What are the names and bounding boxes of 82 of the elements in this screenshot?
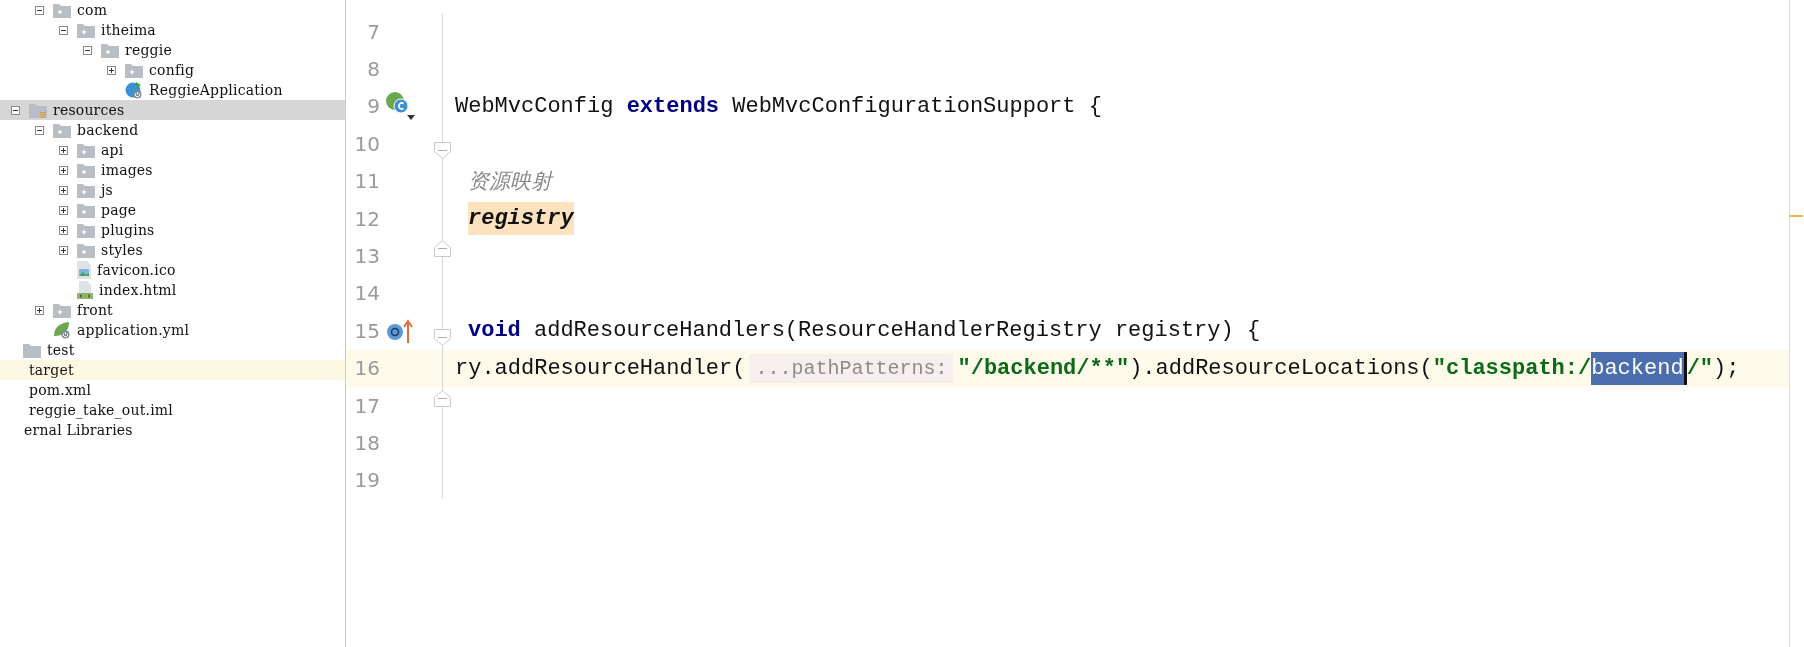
collapse-icon[interactable] — [35, 125, 44, 135]
line-number: 17 — [353, 393, 380, 418]
tree-item[interactable]: favicon.ico — [0, 260, 345, 280]
tree-item[interactable]: styles — [0, 240, 345, 260]
line-number: 16 — [353, 356, 380, 381]
expand-icon[interactable] — [59, 225, 68, 235]
string-literal: "classpath:/ — [1432, 355, 1592, 381]
code-text: ); — [1713, 355, 1740, 381]
tree-item[interactable]: application.yml — [0, 320, 345, 340]
line-number: 15 — [353, 318, 380, 343]
expand-icon[interactable] — [59, 165, 68, 175]
tree-item[interactable]: api — [0, 140, 345, 160]
line-number: 8 — [366, 57, 380, 82]
code-text: WebMvcConfigurationSupport { — [731, 93, 1102, 119]
line-number: 10 — [353, 131, 380, 156]
expand-icon[interactable] — [35, 305, 44, 315]
class-icon — [125, 81, 143, 99]
tree-item[interactable]: ReggieApplication — [0, 80, 345, 100]
string-literal: "/backend/**" — [957, 355, 1130, 381]
code-text: WebMvcConfig — [455, 93, 615, 119]
tree-item[interactable]: test — [0, 340, 345, 360]
folder-icon — [53, 302, 71, 318]
folder-icon — [53, 122, 71, 138]
string-literal: /" — [1686, 355, 1714, 381]
tree-item[interactable]: com — [0, 0, 345, 20]
override-icon[interactable] — [385, 317, 415, 344]
tree-item[interactable]: plugins — [0, 220, 345, 240]
collapse-icon[interactable] — [11, 105, 20, 115]
folder-icon — [77, 22, 95, 38]
tree-item[interactable]: page — [0, 200, 345, 220]
folder-icon — [77, 242, 95, 258]
image-file-icon — [77, 261, 91, 279]
tree-item[interactable]: target — [0, 360, 345, 380]
line-number: 18 — [353, 431, 380, 455]
code-text: addResourceHandlers(ResourceHandlerRegistry registry) { — [533, 318, 1261, 344]
tree-item[interactable]: js — [0, 180, 345, 200]
folder-icon — [101, 42, 119, 58]
tree-item[interactable]: reggie_take_out.iml — [0, 400, 345, 420]
tree-item[interactable]: index.html — [0, 280, 345, 300]
folder-icon — [77, 142, 95, 158]
collapse-icon[interactable] — [83, 45, 92, 55]
line-number: 7 — [366, 19, 380, 44]
tree-item[interactable]: ernal Libraries — [0, 420, 345, 440]
expand-icon[interactable] — [107, 65, 116, 75]
line-number: 19 — [353, 468, 380, 493]
html-file-icon — [77, 281, 93, 299]
tree-item[interactable]: images — [0, 160, 345, 180]
tree-item[interactable]: backend — [0, 120, 345, 140]
tree-item[interactable]: reggie — [0, 40, 345, 60]
tree-item[interactable]: config — [0, 60, 345, 80]
tree-item[interactable]: front — [0, 300, 345, 320]
expand-icon[interactable] — [59, 145, 68, 155]
folder-icon — [23, 342, 41, 358]
selected-text: backend — [1591, 351, 1687, 385]
code-text: ry.addResourceHandler( — [455, 355, 746, 381]
collapse-icon[interactable] — [35, 5, 44, 15]
folder-icon — [77, 162, 95, 178]
line-number: 9 — [366, 94, 380, 119]
bean-class-icon[interactable] — [385, 91, 415, 122]
collapse-icon[interactable] — [59, 25, 68, 35]
parameter-name: registry — [468, 202, 574, 236]
folder-icon — [29, 102, 47, 118]
keyword: void — [468, 318, 521, 344]
line-number: 14 — [353, 281, 380, 306]
line-number: 12 — [353, 206, 380, 231]
spring-leaf-icon — [53, 321, 71, 339]
code-text: ).addResourceLocations( — [1129, 355, 1433, 381]
tree-item[interactable]: itheima — [0, 20, 345, 40]
folder-icon — [77, 182, 95, 198]
folder-icon — [125, 62, 143, 78]
folder-icon — [77, 222, 95, 238]
line-number: 11 — [353, 169, 380, 194]
expand-icon[interactable] — [59, 185, 68, 195]
folder-icon — [77, 202, 95, 218]
parameter-hint: ...pathPatterns: — [749, 353, 954, 383]
line-number: 13 — [353, 244, 380, 269]
tree-item[interactable]: pom.xml — [0, 380, 345, 400]
code-comment: 资源映射 — [468, 168, 552, 196]
tree-item[interactable]: resources — [0, 100, 345, 120]
expand-icon[interactable] — [59, 205, 68, 215]
expand-icon[interactable] — [59, 245, 68, 255]
keyword: extends — [626, 93, 720, 119]
